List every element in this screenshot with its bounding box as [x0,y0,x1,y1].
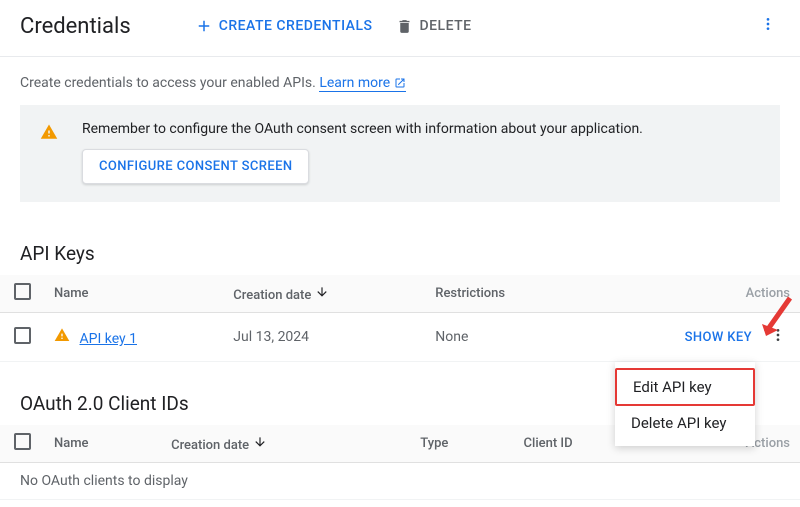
configure-consent-button[interactable]: CONFIGURE CONSENT SCREEN [82,149,309,184]
page-title: Credentials [20,14,131,39]
table-row: API key 1 Jul 13, 2024 None SHOW KEY [0,313,800,362]
warning-icon [40,123,58,141]
intro-section: Create credentials to access your enable… [0,57,800,212]
restrictions-column-header[interactable]: Restrictions [425,275,581,313]
show-key-button[interactable]: SHOW KEY [685,330,752,345]
checkbox-column-header [0,425,44,463]
delete-api-key-menu-item[interactable]: Delete API key [615,406,755,440]
warning-icon [54,331,70,347]
oauth-consent-banner: Remember to configure the OAuth consent … [20,105,780,202]
checkbox-column-header [0,275,44,313]
intro-text: Create credentials to access your enable… [20,75,780,91]
edit-api-key-menu-item[interactable]: Edit API key [615,368,755,406]
learn-more-link[interactable]: Learn more [319,75,405,92]
arrow-annotation-icon [760,296,794,344]
intro-label: Create credentials to access your enable… [20,75,319,91]
api-key-name-link[interactable]: API key 1 [79,331,137,347]
empty-state-message: No OAuth clients to display [0,463,800,500]
name-column-header[interactable]: Name [44,275,223,313]
creation-column-header[interactable]: Creation date [223,275,425,313]
api-keys-title: API Keys [20,242,800,265]
empty-state-row: No OAuth clients to display [0,463,800,500]
row-actions-menu: Edit API key Delete API key [615,362,755,446]
trash-icon [396,18,413,35]
banner-body: Remember to configure the OAuth consent … [82,121,643,184]
plus-icon [195,17,213,35]
api-keys-table: Name Creation date Restrictions Actions … [0,275,800,362]
create-credentials-label: CREATE CREDENTIALS [219,18,373,34]
arrow-down-icon [315,288,329,303]
topbar: Credentials CREATE CREDENTIALS DELETE [0,0,800,57]
row-checkbox[interactable] [14,327,31,344]
type-column-header[interactable]: Type [410,425,513,463]
create-credentials-button[interactable]: CREATE CREDENTIALS [195,17,373,35]
name-column-header[interactable]: Name [44,425,161,463]
delete-button[interactable]: DELETE [396,18,471,35]
banner-message: Remember to configure the OAuth consent … [82,121,643,137]
delete-label: DELETE [419,18,471,34]
restrictions-cell: None [425,313,581,362]
topbar-overflow-button[interactable] [756,12,780,40]
arrow-down-icon [253,438,267,453]
select-all-checkbox[interactable] [14,283,31,300]
creation-column-header[interactable]: Creation date [161,425,410,463]
select-all-checkbox[interactable] [14,433,31,450]
creation-date-cell: Jul 13, 2024 [223,313,425,362]
